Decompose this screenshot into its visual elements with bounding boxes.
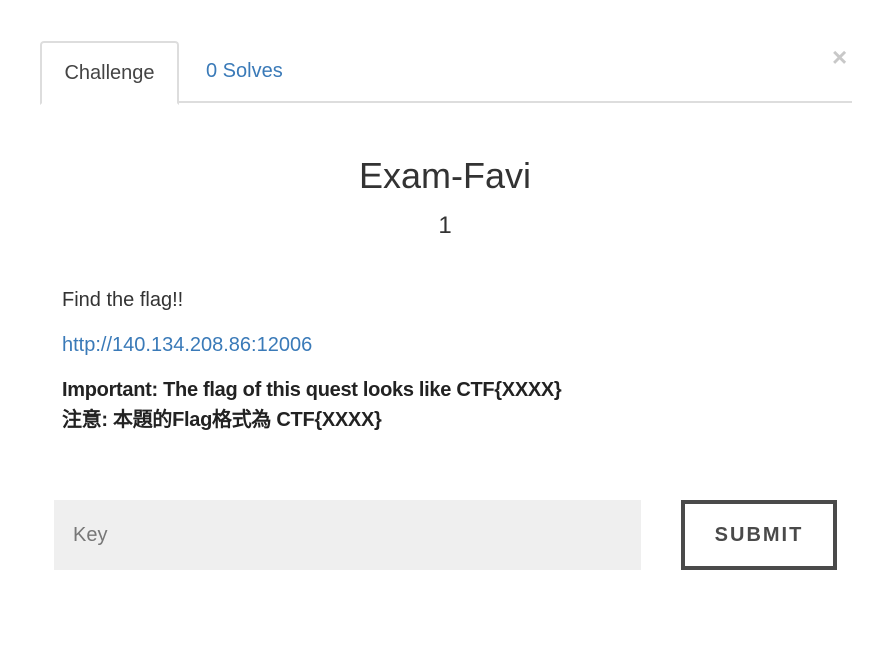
challenge-points: 1 [438,212,452,239]
submit-button[interactable]: SUBMIT [681,500,837,570]
flag-format-note-zh: 注意: 本題的Flag格式為 CTF{XXXX} [62,409,382,431]
challenge-modal: × Challenge 0 Solves Exam-Favi 1 Find th… [0,0,894,655]
flag-format-note-en: Important: The flag of this quest looks … [62,379,562,401]
description-text: Find the flag!! [62,289,184,311]
tab-solves[interactable]: 0 Solves [206,41,283,103]
challenge-url-link[interactable]: http://140.134.208.86:12006 [62,331,312,359]
tab-bar: Challenge 0 Solves [40,41,852,105]
challenge-title: Exam-Favi [358,155,532,196]
key-input[interactable] [54,500,641,570]
tab-challenge[interactable]: Challenge [40,41,179,105]
